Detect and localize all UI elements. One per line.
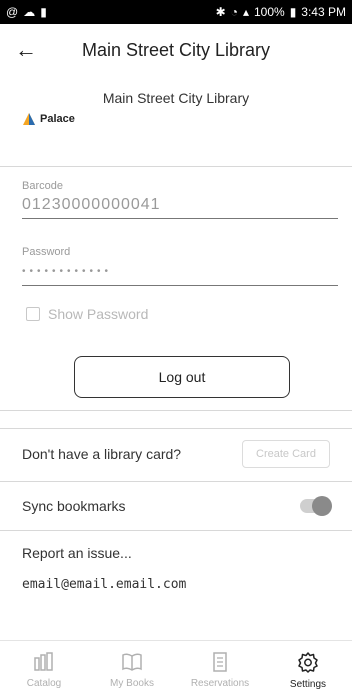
app-bar: ← Main Street City Library bbox=[0, 24, 352, 76]
barcode-input[interactable]: 01230000000041 bbox=[22, 196, 338, 219]
nav-label: Reservations bbox=[190, 678, 250, 689]
password-input[interactable]: •••••••••••• bbox=[22, 266, 338, 286]
library-logo: Palace bbox=[22, 112, 75, 126]
create-card-button[interactable]: Create Card bbox=[242, 440, 330, 468]
nav-reservations[interactable]: Reservations bbox=[176, 641, 264, 700]
sync-bookmarks-toggle[interactable] bbox=[300, 496, 332, 516]
nav-label: Catalog bbox=[26, 678, 62, 689]
divider bbox=[0, 410, 352, 411]
battery-percent: 100% bbox=[253, 5, 285, 19]
nav-label: Settings bbox=[289, 679, 327, 690]
wifi-icon: ◔ bbox=[230, 5, 238, 19]
status-right: ✱ ◔ ▴ 100% ▮ 3:43 PM bbox=[216, 5, 346, 19]
cloud-icon: ☁ bbox=[23, 5, 36, 19]
password-field[interactable]: Password •••••••••••• bbox=[22, 246, 338, 286]
catalog-icon bbox=[34, 652, 53, 671]
back-arrow-icon: ← bbox=[15, 37, 37, 62]
password-label: Password bbox=[22, 246, 71, 258]
battery-small-icon: ▮ bbox=[40, 5, 47, 19]
show-password-checkbox[interactable] bbox=[26, 307, 40, 321]
nav-catalog[interactable]: Catalog bbox=[0, 641, 88, 700]
nav-label: My Books bbox=[110, 678, 154, 689]
status-left-icons: @ ☁ ▮ bbox=[6, 5, 47, 19]
report-issue-link[interactable]: Report an issue... bbox=[22, 545, 132, 561]
nav-settings[interactable]: Settings bbox=[264, 641, 352, 700]
palace-logo-icon bbox=[23, 113, 35, 125]
logout-button[interactable]: Log out bbox=[74, 356, 290, 398]
barcode-label: Barcode bbox=[22, 180, 63, 192]
show-password-toggle[interactable]: Show Password bbox=[26, 306, 148, 322]
sync-bookmarks-label: Sync bookmarks bbox=[22, 498, 126, 514]
bluetooth-icon: ✱ bbox=[215, 5, 226, 19]
support-email[interactable]: email@email.email.com bbox=[22, 577, 186, 592]
clock: 3:43 PM bbox=[301, 5, 346, 19]
library-card-prompt: Don't have a library card? bbox=[22, 446, 182, 462]
toggle-knob bbox=[312, 496, 332, 516]
library-name: Main Street City Library bbox=[102, 90, 250, 106]
book-icon bbox=[122, 653, 142, 671]
library-header: Main Street City Library Palace bbox=[0, 76, 352, 166]
reservations-icon bbox=[213, 652, 227, 672]
battery-icon: ▮ bbox=[289, 5, 297, 19]
library-card-row: Don't have a library card? Create Card bbox=[0, 428, 352, 480]
page-title: Main Street City Library bbox=[81, 39, 271, 60]
divider bbox=[0, 166, 352, 167]
at-icon: @ bbox=[6, 5, 19, 19]
barcode-field[interactable]: Barcode 01230000000041 bbox=[22, 180, 338, 219]
nav-my-books[interactable]: My Books bbox=[88, 641, 176, 700]
bottom-nav: Catalog My Books Reservations Settings bbox=[0, 640, 352, 700]
back-button[interactable]: ← bbox=[0, 24, 52, 76]
gear-icon bbox=[298, 652, 318, 673]
divider bbox=[0, 530, 352, 531]
logo-text: Palace bbox=[40, 113, 75, 125]
sync-bookmarks-row: Sync bookmarks bbox=[0, 482, 352, 530]
signal-icon: ▴ bbox=[242, 5, 249, 19]
status-bar: @ ☁ ▮ ✱ ◔ ▴ 100% ▮ 3:43 PM bbox=[0, 0, 352, 24]
show-password-label: Show Password bbox=[48, 306, 149, 322]
